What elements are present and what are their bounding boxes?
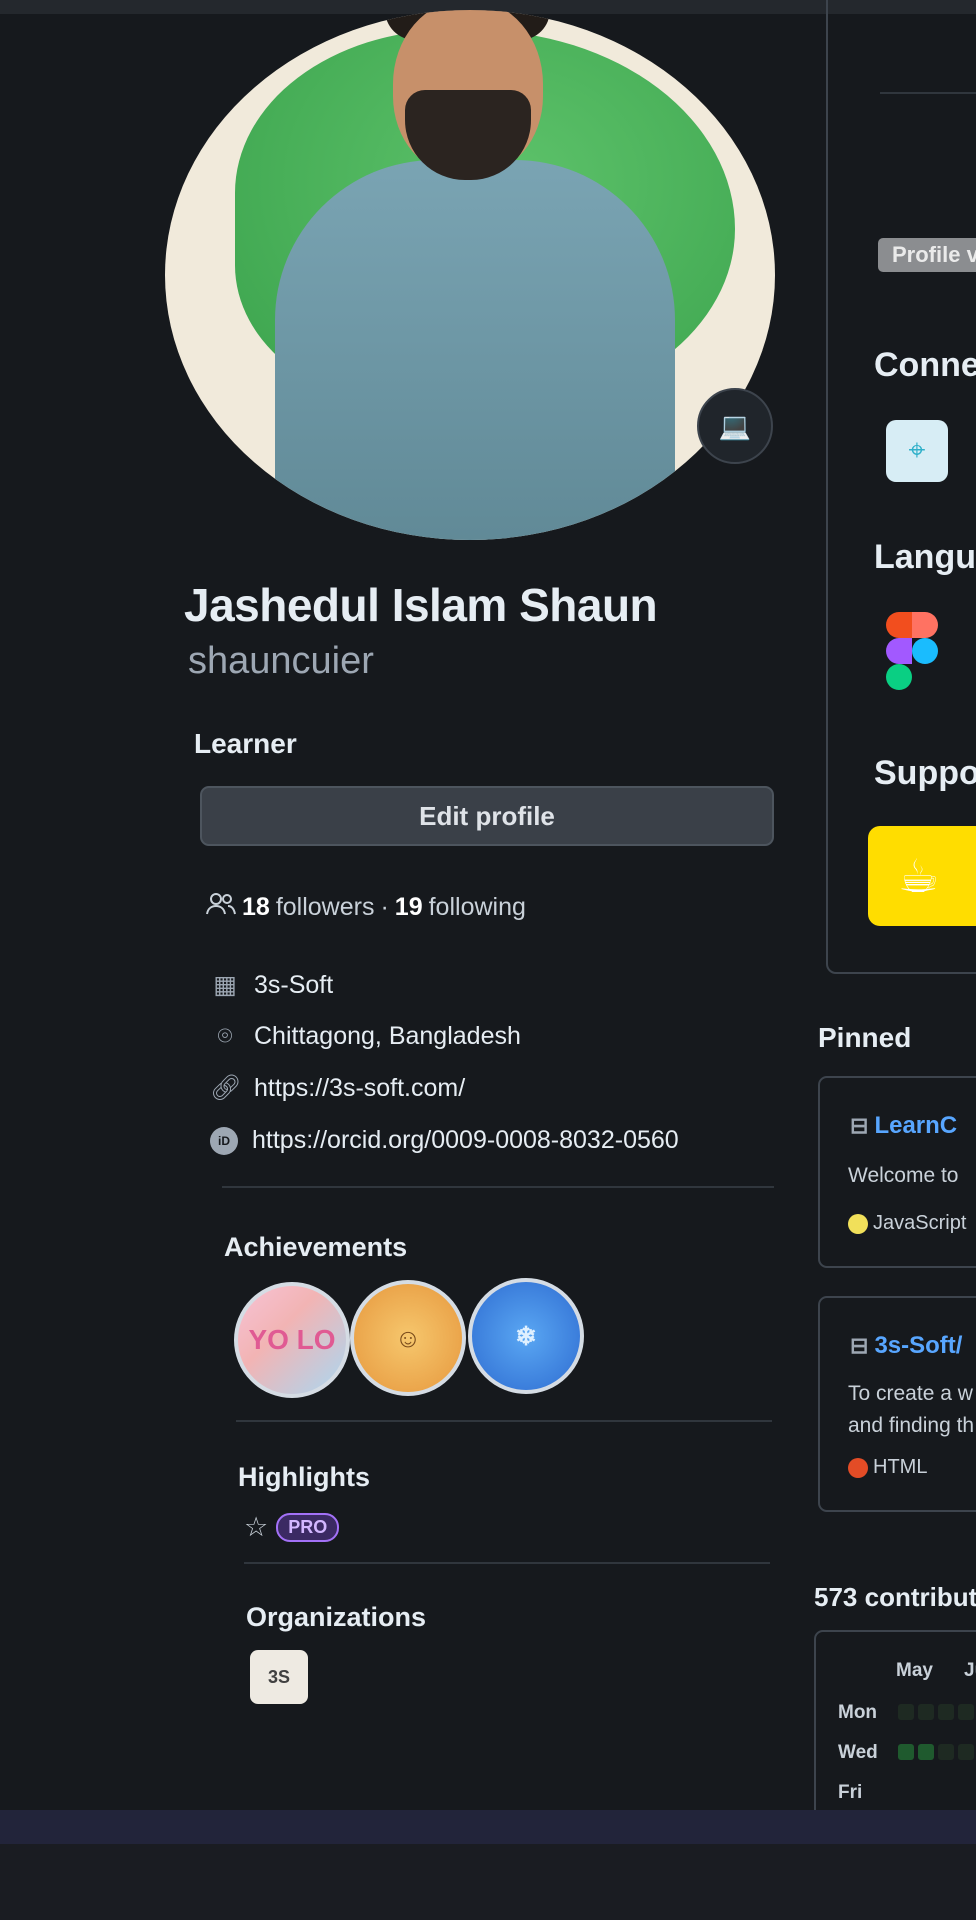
- following-count[interactable]: 19: [395, 893, 423, 922]
- day-label: Fri: [838, 1782, 863, 1803]
- followers-count[interactable]: 18: [242, 893, 270, 922]
- codepen-icon[interactable]: ⌖: [886, 420, 948, 482]
- achievement-badge-quickdraw[interactable]: ☺: [350, 1280, 466, 1396]
- month-label: May: [896, 1660, 933, 1681]
- pinned-repo-name[interactable]: ⊟ LearnC: [850, 1112, 957, 1140]
- location-text: Chittagong, Bangladesh: [254, 1022, 521, 1050]
- orcid-link[interactable]: https://orcid.org/0009-0008-8032-0560: [252, 1126, 679, 1155]
- screen: 💻 Jashedul Islam Shaun shauncuier Learne…: [0, 0, 976, 1810]
- pinned-repo-description: and finding th: [848, 1414, 975, 1437]
- language-color-dot: [848, 1457, 868, 1478]
- month-label: Ju: [964, 1660, 976, 1681]
- avatar-person-body: [275, 160, 675, 540]
- contribution-cell[interactable]: [938, 1744, 954, 1760]
- contribution-graph: May Ju Mon Wed Fri: [814, 1630, 976, 1810]
- vcard-website: 🔗︎ https://3s-soft.com/: [210, 1074, 770, 1103]
- pinned-repo-name[interactable]: ⊟ 3s-Soft/: [850, 1332, 962, 1360]
- company-name[interactable]: 3s-Soft: [254, 971, 333, 1000]
- vcard-company: ▦ 3s-Soft: [210, 970, 770, 1000]
- contribution-cell[interactable]: [958, 1704, 974, 1720]
- taskbar-strip: [0, 1810, 976, 1844]
- followers-link[interactable]: followers: [276, 893, 375, 922]
- repo-icon: ⊟: [850, 1333, 869, 1358]
- highlights-title: Highlights: [238, 1462, 370, 1492]
- readme-languages-heading: Langu: [874, 538, 976, 576]
- website-link[interactable]: https://3s-soft.com/: [254, 1074, 465, 1103]
- repo-icon: ⊟: [850, 1113, 869, 1138]
- organizations-title: Organizations: [246, 1602, 427, 1632]
- divider: [244, 1562, 770, 1564]
- profile-views-badge: Profile v: [878, 238, 976, 272]
- achievements-title[interactable]: Achievements: [224, 1232, 407, 1263]
- profile-avatar[interactable]: [165, 10, 775, 540]
- following-link[interactable]: following: [429, 893, 526, 922]
- follow-separator: ·: [380, 893, 389, 921]
- edit-profile-button[interactable]: Edit profile: [200, 786, 774, 846]
- readme-support-heading: Suppo: [874, 754, 976, 792]
- pinned-repo-card[interactable]: ⊟ 3s-Soft/ To create a w and finding th H…: [818, 1296, 976, 1512]
- contribution-cell[interactable]: [918, 1744, 934, 1760]
- org-avatar-3s-soft[interactable]: 3S: [250, 1650, 308, 1704]
- people-icon: [206, 892, 236, 923]
- readme-connect-heading: Conne: [874, 346, 976, 384]
- follow-stats: 18 followers · 19 following: [206, 892, 526, 923]
- day-label: Mon: [838, 1702, 878, 1723]
- divider: [236, 1420, 772, 1422]
- pinned-repo-description: To create a w: [848, 1382, 973, 1405]
- contribution-cell[interactable]: [958, 1744, 974, 1760]
- pinned-repo-language: HTML: [848, 1456, 927, 1479]
- language-color-dot: [848, 1213, 868, 1234]
- pro-highlight: ☆ PRO: [244, 1512, 340, 1543]
- contribution-cell[interactable]: [918, 1704, 934, 1720]
- contributions-heading: 573 contribut: [814, 1582, 976, 1612]
- vcard-location: ⌾ Chittagong, Bangladesh: [210, 1022, 770, 1051]
- coffee-cup-icon: ☕︎: [898, 850, 940, 902]
- pinned-repo-language: JavaScript: [848, 1212, 966, 1235]
- contribution-cell[interactable]: [898, 1704, 914, 1720]
- profile-name: Jashedul Islam Shaun: [184, 579, 658, 631]
- set-status-button[interactable]: 💻: [697, 388, 773, 464]
- achievement-badge-pull-shark[interactable]: ❄: [468, 1278, 584, 1394]
- status-emoji-icon: 💻: [718, 410, 752, 441]
- pinned-repo-description: Welcome to: [848, 1164, 959, 1187]
- achievement-badge-yolo[interactable]: YO LO: [234, 1282, 350, 1398]
- link-icon: 🔗︎: [210, 1074, 242, 1102]
- profile-bio: Learner: [194, 728, 297, 759]
- star-icon: ☆: [244, 1512, 269, 1542]
- day-label: Wed: [838, 1742, 878, 1763]
- contribution-cell[interactable]: [938, 1704, 954, 1720]
- pinned-title: Pinned: [818, 1022, 912, 1053]
- building-icon: ▦: [213, 971, 237, 999]
- divider: [222, 1186, 774, 1188]
- buy-me-a-coffee-button[interactable]: ☕︎: [868, 826, 976, 926]
- profile-username: shauncuier: [188, 640, 374, 682]
- contribution-cell[interactable]: [898, 1744, 914, 1760]
- figma-icon: [886, 612, 946, 702]
- orcid-icon: iD: [210, 1126, 238, 1155]
- vcard-orcid: iD https://orcid.org/0009-0008-8032-0560: [210, 1126, 770, 1155]
- pro-badge: PRO: [276, 1513, 340, 1542]
- readme-divider: [880, 92, 976, 94]
- location-pin-icon: ⌾: [217, 1022, 233, 1050]
- pinned-repo-card[interactable]: ⊟ LearnC Welcome to JavaScript: [818, 1076, 976, 1268]
- monitor-bezel: [0, 1810, 976, 1920]
